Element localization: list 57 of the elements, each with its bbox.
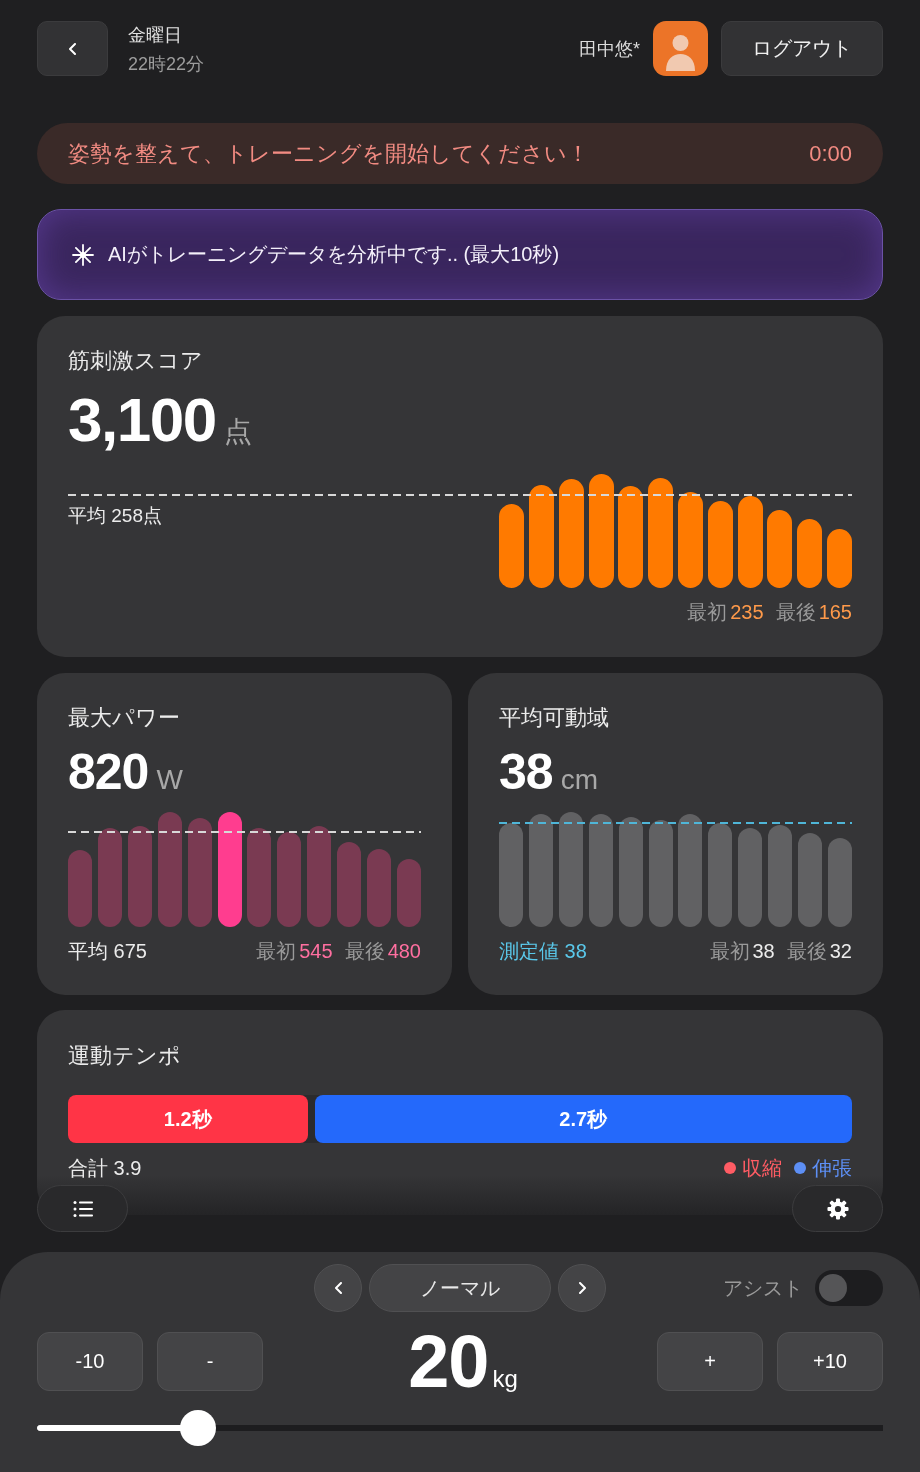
score-bar	[797, 519, 823, 588]
stat-label: 最後	[786, 940, 827, 962]
legend-label: 伸張	[812, 1156, 852, 1180]
ai-status-message: AIがトレーニングデータを分析中です.. (最大10秒)	[108, 242, 560, 267]
card-title: 最大パワー	[68, 704, 181, 731]
stat-value: 32	[829, 940, 852, 962]
time-label: 22時22分	[128, 53, 205, 75]
tempo-segment: 1.2秒	[68, 1095, 308, 1143]
settings-button[interactable]	[792, 1185, 883, 1232]
stat-value: 38	[752, 940, 775, 962]
card-title: 平均可動域	[499, 704, 610, 731]
list-button[interactable]	[37, 1185, 128, 1232]
card-title: 運動テンポ	[68, 1042, 182, 1069]
legend-label: 収縮	[742, 1156, 782, 1180]
sparkle-icon	[72, 243, 94, 266]
unit-label: W	[156, 764, 183, 796]
avatar-icon	[653, 21, 708, 76]
chevron-left-icon	[334, 1282, 342, 1294]
notice-message: 姿勢を整えて、トレーニングを開始してください！	[68, 139, 589, 168]
measured-label: 測定値 38	[499, 939, 587, 963]
card-title: 筋刺激スコア	[68, 347, 204, 374]
stat-value: 545	[299, 940, 333, 962]
power-bar	[396, 859, 421, 927]
weight-value: 20	[408, 1324, 489, 1399]
power-value: 820	[68, 748, 149, 796]
step-button[interactable]: +10	[777, 1332, 883, 1391]
step-button[interactable]: -	[157, 1332, 263, 1391]
step-button[interactable]: +	[657, 1332, 763, 1391]
chevron-left-icon	[69, 42, 76, 55]
average-label: 平均 258点	[68, 504, 162, 528]
unit-label: kg	[492, 1364, 518, 1393]
tempo-segment: 2.7秒	[314, 1095, 852, 1143]
stat-label: 最後	[344, 940, 385, 962]
score-value: 3,100	[68, 388, 216, 452]
step-button[interactable]: -10	[37, 1332, 143, 1391]
stat-label: 最初	[687, 600, 728, 624]
chevron-right-icon	[578, 1282, 586, 1294]
unit-label: cm	[560, 764, 598, 796]
logout-button[interactable]: ログアウト	[721, 21, 883, 76]
total-label: 合計 3.9	[68, 1156, 142, 1180]
score-bar	[827, 529, 852, 588]
stat-label: 最初	[709, 940, 750, 962]
day-label: 金曜日	[128, 24, 183, 46]
range-value: 38	[499, 748, 553, 796]
average-label: 平均 675	[68, 939, 147, 963]
stat-value: 165	[818, 600, 852, 624]
assist-label: アシスト	[723, 1275, 803, 1301]
stat-value: 235	[730, 600, 764, 624]
stat-label: 最後	[775, 600, 816, 624]
stat-value: 480	[387, 940, 421, 962]
mode-button[interactable]: ノーマル	[369, 1264, 551, 1312]
timer-label: 0:00	[809, 140, 852, 167]
assist-toggle[interactable]	[815, 1270, 883, 1306]
slider-thumb[interactable]	[179, 1410, 216, 1446]
stat-label: 最初	[256, 940, 297, 962]
unit-label: 点	[223, 415, 252, 449]
user-name: 田中悠*	[579, 37, 640, 61]
